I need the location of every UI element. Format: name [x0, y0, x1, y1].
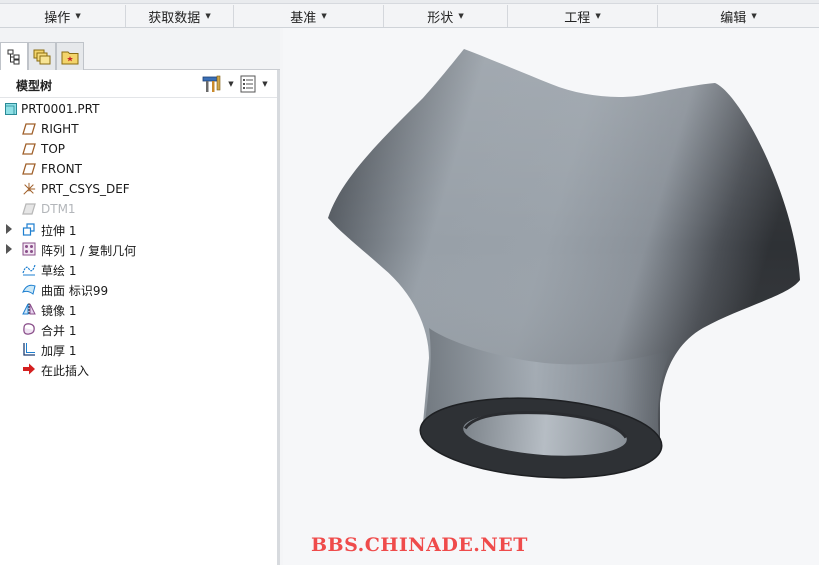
- tab-model-tree[interactable]: [0, 42, 28, 71]
- tree-item-label: 合并 1: [41, 324, 77, 338]
- chevron-down-icon: ▼: [321, 12, 327, 20]
- datum-plane-icon: [22, 122, 36, 136]
- navigator-panel: 模型树 ▼ ▼ PRT0001.PRT RIGHT TOP FRONT PRT_…: [0, 28, 280, 565]
- ribbon-bar: 操作 ▼ 获取数据 ▼ 基准 ▼ 形状 ▼ 工程 ▼ 编辑 ▼: [0, 0, 819, 28]
- tree-item-front[interactable]: FRONT: [0, 159, 277, 179]
- ribbon-group-label: 编辑: [720, 10, 747, 26]
- tree-item-label: RIGHT: [41, 122, 79, 136]
- tree-item-thicken[interactable]: 加厚 1: [0, 339, 277, 359]
- tree-item-label: PRT_CSYS_DEF: [41, 182, 130, 196]
- model-tree: PRT0001.PRT RIGHT TOP FRONT PRT_CSYS_DEF: [0, 99, 277, 379]
- ribbon-group-datum[interactable]: 基准 ▼: [234, 5, 384, 27]
- show-options-icon: [240, 75, 256, 93]
- ribbon-group-label: 工程: [564, 10, 591, 26]
- chevron-down-icon[interactable]: ▼: [225, 80, 237, 88]
- ribbon-group-get-data[interactable]: 获取数据 ▼: [126, 5, 234, 27]
- panel-title: 模型树: [16, 79, 53, 93]
- chevron-down-icon: ▼: [458, 12, 464, 20]
- navigator-tabs: [0, 28, 280, 71]
- tree-item-merge[interactable]: 合并 1: [0, 319, 277, 339]
- tree-item-label: FRONT: [41, 162, 82, 176]
- tree-item-label: PRT0001.PRT: [21, 102, 100, 116]
- merge-icon: [22, 322, 36, 336]
- tree-item-surface[interactable]: 曲面 标识99: [0, 279, 277, 299]
- datum-plane-icon: [22, 142, 36, 156]
- tree-item-label: 曲面 标识99: [41, 284, 109, 298]
- mirror-icon: [22, 302, 36, 316]
- three-way-pipe-model: [328, 49, 800, 479]
- ribbon-group-label: 基准: [290, 10, 317, 26]
- tree-item-dtm1[interactable]: DTM1: [0, 199, 277, 219]
- model-tree-header: 模型树 ▼ ▼: [0, 70, 277, 98]
- tree-item-insert-here[interactable]: 在此插入: [0, 359, 277, 379]
- chevron-down-icon: ▼: [595, 12, 601, 20]
- model-tree-tab-icon: [7, 49, 20, 65]
- tree-item-label: 草绘 1: [41, 264, 77, 278]
- folder-browser-tab-icon: [33, 49, 51, 64]
- expand-arrow-icon[interactable]: [6, 224, 12, 234]
- ribbon-group-shapes[interactable]: 形状 ▼: [384, 5, 508, 27]
- model-tree-tools: ▼ ▼: [201, 74, 271, 94]
- tree-item-label: TOP: [41, 142, 66, 156]
- tree-item-root[interactable]: PRT0001.PRT: [0, 99, 277, 119]
- chevron-down-icon: ▼: [751, 12, 757, 20]
- tree-item-csys[interactable]: PRT_CSYS_DEF: [0, 179, 277, 199]
- datum-plane-icon: [22, 162, 36, 176]
- ribbon-tabs-strip: [0, 0, 819, 4]
- tree-item-label: 阵列 1 / 复制几何: [41, 244, 137, 258]
- tree-item-label: DTM1: [41, 202, 76, 216]
- tab-favorites[interactable]: [56, 42, 84, 70]
- extrude-icon: [22, 222, 36, 236]
- surface-icon: [22, 282, 36, 296]
- part-icon: [4, 102, 18, 116]
- tree-item-label: 镜像 1: [41, 304, 77, 318]
- tree-item-pattern[interactable]: 阵列 1 / 复制几何: [0, 239, 277, 259]
- graphics-viewport[interactable]: BBS.CHINADE.NET: [283, 28, 819, 565]
- expand-arrow-icon[interactable]: [6, 244, 12, 254]
- ribbon-group-label: 获取数据: [148, 10, 201, 26]
- tab-folder-browser[interactable]: [28, 42, 56, 70]
- tree-item-label: 拉伸 1: [41, 224, 77, 238]
- tree-item-label: 在此插入: [41, 364, 90, 378]
- show-button[interactable]: [239, 74, 257, 94]
- datum-plane-icon: [22, 202, 36, 216]
- chevron-down-icon: ▼: [75, 12, 81, 20]
- ribbon-group-engineering[interactable]: 工程 ▼: [508, 5, 658, 27]
- watermark-text: BBS.CHINADE.NET: [311, 534, 528, 556]
- tree-item-label: 加厚 1: [41, 344, 77, 358]
- thicken-icon: [22, 342, 36, 356]
- ribbon-group-label: 操作: [44, 10, 71, 26]
- ribbon-group-label: 形状: [427, 10, 454, 26]
- insert-here-icon: [22, 362, 36, 376]
- settings-button[interactable]: [201, 74, 223, 94]
- tree-item-mirror[interactable]: 镜像 1: [0, 299, 277, 319]
- ribbon-group-editing[interactable]: 编辑 ▼: [658, 5, 819, 27]
- coordinate-system-icon: [22, 182, 36, 196]
- tree-item-right[interactable]: RIGHT: [0, 119, 277, 139]
- tree-item-top[interactable]: TOP: [0, 139, 277, 159]
- favorites-tab-icon: [61, 51, 79, 64]
- ribbon-group-operations[interactable]: 操作 ▼: [0, 5, 126, 27]
- tree-item-sketch[interactable]: 草绘 1: [0, 259, 277, 279]
- sketch-icon: [22, 262, 36, 276]
- tree-item-extrude[interactable]: 拉伸 1: [0, 219, 277, 239]
- chevron-down-icon[interactable]: ▼: [259, 80, 271, 88]
- chevron-down-icon: ▼: [205, 12, 211, 20]
- settings-tools-icon: [202, 75, 221, 92]
- pattern-icon: [22, 242, 36, 256]
